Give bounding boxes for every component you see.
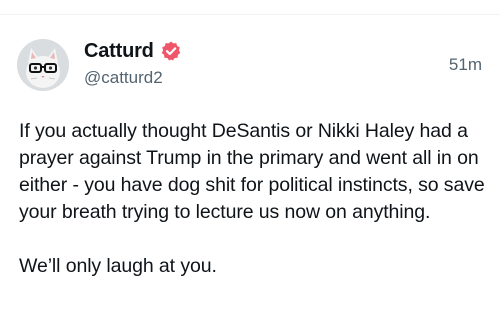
post-timestamp[interactable]: 51m [449,55,482,75]
cat-with-glasses-avatar-icon [17,39,69,91]
verified-check-icon [160,40,182,62]
post-text-paragraph: If you actually thought DeSantis or Nikk… [19,120,490,223]
author-name-row: Catturd [84,38,182,64]
post-body: If you actually thought DeSantis or Nikk… [19,118,489,280]
post-text-paragraph: We’ll only laugh at you. [19,255,217,277]
display-name[interactable]: Catturd [84,40,154,63]
post-card[interactable]: Catturd @catturd2 51m If you actually th… [0,15,500,330]
avatar[interactable] [17,39,69,91]
author-handle[interactable]: @catturd2 [84,68,163,88]
